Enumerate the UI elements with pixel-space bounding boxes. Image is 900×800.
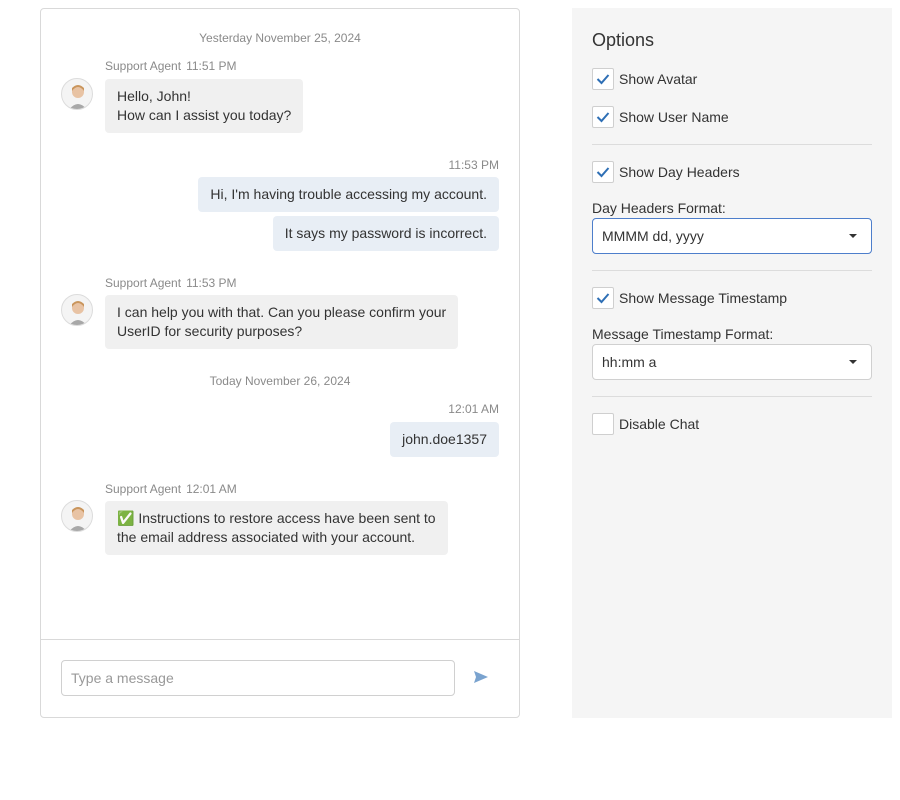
message-list[interactable]: Yesterday November 25, 2024 Support Agen… <box>41 9 519 641</box>
message-timestamp-format-select[interactable]: hh:mm a <box>592 344 872 380</box>
message-text: john.doe1357 <box>402 431 487 447</box>
send-button[interactable] <box>471 668 491 688</box>
agent-message-bubble: ✅ Instructions to restore access have be… <box>105 501 448 555</box>
disable-chat-label: Disable Chat <box>619 416 700 432</box>
chat-panel: Yesterday November 25, 2024 Support Agen… <box>40 8 520 718</box>
show-avatar-checkbox[interactable] <box>592 68 614 90</box>
message-meta: Support Agent 11:53 PM <box>105 276 237 290</box>
message-timestamp-format-label: Message Timestamp Format: <box>592 326 774 342</box>
show-message-timestamp-checkbox[interactable] <box>592 287 614 309</box>
day-headers-format-select[interactable]: MMMM dd, yyyy <box>592 218 872 254</box>
checkmark-icon <box>596 74 610 85</box>
show-user-name-checkbox[interactable] <box>592 106 614 128</box>
show-avatar-label: Show Avatar <box>619 71 698 87</box>
user-message-bubble: john.doe1357 <box>390 422 499 457</box>
show-day-headers-checkbox[interactable] <box>592 161 614 183</box>
chevron-down-icon <box>849 234 857 238</box>
day-headers-format-label: Day Headers Format: <box>592 200 726 216</box>
author-name: Support Agent <box>105 482 182 496</box>
user-message-bubble: It says my password is incorrect. <box>272 216 499 251</box>
divider <box>592 144 872 145</box>
show-user-name-option[interactable]: Show User Name <box>592 106 729 128</box>
show-message-timestamp-option[interactable]: Show Message Timestamp <box>592 287 787 309</box>
agent-avatar <box>61 78 93 110</box>
agent-message-bubble: Hello, John! How can I assist you today? <box>105 79 304 133</box>
send-icon <box>474 670 488 683</box>
message-timestamp-format-value: hh:mm a <box>602 354 657 370</box>
message-meta: Support Agent 12:01 AM <box>105 482 237 496</box>
message-text: How can I assist you today? <box>117 107 292 123</box>
day-header: Today November 26, 2024 <box>209 374 351 388</box>
agent-avatar <box>61 294 93 326</box>
message-input[interactable] <box>61 660 455 696</box>
options-panel: Options Show Avatar Show User Name Show … <box>572 8 892 718</box>
agent-avatar <box>61 500 93 532</box>
agent-message-bubble: I can help you with that. Can you please… <box>105 295 459 349</box>
message-timestamp: 11:53 PM <box>448 158 499 172</box>
message-composer <box>41 639 519 717</box>
divider <box>592 396 872 397</box>
options-title: Options <box>592 30 655 50</box>
message-timestamp: 12:01 AM <box>186 482 237 496</box>
show-day-headers-option[interactable]: Show Day Headers <box>592 161 740 183</box>
message-text: Hi, I'm having trouble accessing my acco… <box>210 186 487 202</box>
message-timestamp: 11:51 PM <box>186 59 237 73</box>
show-message-timestamp-label: Show Message Timestamp <box>619 290 788 306</box>
message-timestamp: 11:53 PM <box>186 276 237 290</box>
show-avatar-option[interactable]: Show Avatar <box>592 68 697 90</box>
message-timestamp: 12:01 AM <box>448 402 499 416</box>
divider <box>592 270 872 271</box>
day-header: Yesterday November 25, 2024 <box>199 31 361 45</box>
message-text: I can help you with that. Can you please… <box>117 304 447 320</box>
message-text: UserID for security purposes? <box>117 323 303 339</box>
author-name: Support Agent <box>105 59 182 73</box>
checkmark-icon <box>596 167 610 178</box>
show-user-name-label: Show User Name <box>619 109 729 125</box>
message-text: It says my password is incorrect. <box>284 225 487 241</box>
day-headers-format-value: MMMM dd, yyyy <box>602 228 704 244</box>
show-day-headers-label: Show Day Headers <box>619 164 740 180</box>
message-text: ✅ Instructions to restore access have be… <box>117 510 436 526</box>
disable-chat-option[interactable]: Disable Chat <box>592 413 699 435</box>
chevron-down-icon <box>849 360 857 364</box>
disable-chat-checkbox[interactable] <box>592 413 614 435</box>
message-text: Hello, John! <box>117 88 191 104</box>
message-meta: Support Agent 11:51 PM <box>105 59 237 73</box>
checkmark-icon <box>596 293 610 304</box>
message-text: the email address associated with your a… <box>117 529 416 545</box>
author-name: Support Agent <box>105 276 182 290</box>
user-message-bubble: Hi, I'm having trouble accessing my acco… <box>198 177 499 212</box>
checkmark-icon <box>596 112 610 123</box>
